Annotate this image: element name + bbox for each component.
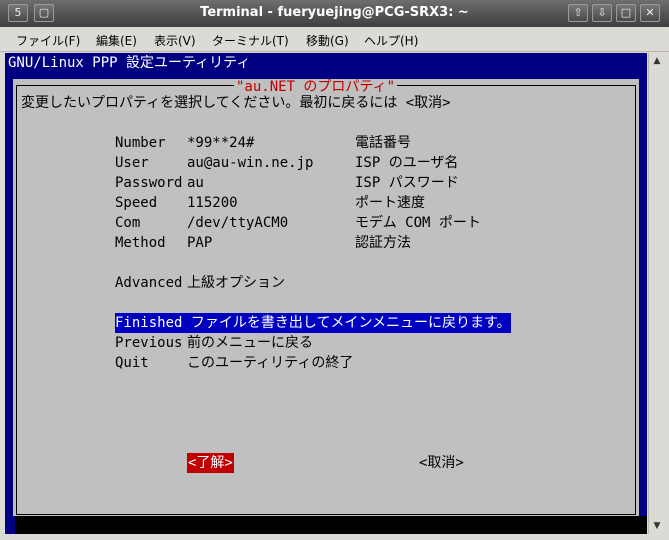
finished-key: Finished: [115, 315, 183, 331]
maximize-icon[interactable]: □: [616, 4, 636, 22]
previous-key[interactable]: Previous: [115, 333, 182, 353]
scroll-up-icon[interactable]: ▲: [651, 55, 663, 67]
terminal-cursor: [5, 516, 15, 534]
menu-item-finished[interactable]: Finished ファイルを書き出してメインメニューに戻ります。: [115, 313, 511, 333]
property-method-desc: 認証方法: [355, 235, 411, 251]
property-com-desc: モデム COM ポート: [355, 215, 481, 231]
scroll-down-icon[interactable]: ▼: [651, 520, 663, 532]
quit-key[interactable]: Quit: [115, 353, 149, 373]
dialog-frame: [16, 85, 636, 515]
shade-down-icon[interactable]: ⇩: [592, 4, 612, 22]
property-user-key[interactable]: User: [115, 153, 149, 173]
menu-view[interactable]: 表示(V): [154, 32, 196, 49]
menubar: ファイル(F) 編集(E) 表示(V) ターミナル(T) 移動(G) ヘルプ(H…: [0, 27, 669, 52]
properties-dialog: "au.NET のプロパティ" 変更したいプロパティを選択してください。最初に戻…: [13, 79, 639, 521]
property-speed-desc: ポート速度: [355, 195, 425, 211]
menu-edit[interactable]: 編集(E): [96, 32, 137, 49]
menu-go[interactable]: 移動(G): [306, 32, 349, 49]
terminal-screen[interactable]: GNU/Linux PPP 設定ユーティリティ "au.NET のプロパティ" …: [5, 53, 647, 534]
window-titlebar: 5 ▢ Terminal - fueryuejing@PCG-SRX3: ~ ⇧…: [0, 0, 669, 27]
property-password-value: au: [187, 175, 204, 191]
previous-desc: 前のメニューに戻る: [187, 335, 313, 351]
property-user-desc: ISP のユーザ名: [355, 155, 459, 171]
property-method-value: PAP: [187, 235, 213, 251]
property-number-desc: 電話番号: [355, 135, 411, 151]
property-com-value: /dev/ttyACM0: [187, 215, 289, 231]
property-number-key[interactable]: Number: [115, 133, 166, 153]
property-method-key[interactable]: Method: [115, 233, 166, 253]
advanced-desc: 上級オプション: [187, 275, 285, 291]
property-com-key[interactable]: Com: [115, 213, 140, 233]
utility-header: GNU/Linux PPP 設定ユーティリティ: [8, 55, 251, 71]
menu-file[interactable]: ファイル(F): [16, 32, 80, 49]
menu-help[interactable]: ヘルプ(H): [364, 32, 418, 49]
shade-up-icon[interactable]: ⇧: [568, 4, 588, 22]
cancel-button[interactable]: <取消>: [419, 453, 464, 473]
menu-terminal[interactable]: ターミナル(T): [212, 32, 289, 49]
terminal-status-line: [5, 516, 647, 534]
property-password-desc: ISP パスワード: [355, 175, 459, 191]
property-speed-key[interactable]: Speed: [115, 193, 157, 213]
dialog-instruction: 変更したいプロパティを選択してください。最初に戻るには <取消>: [21, 95, 451, 111]
property-speed-value: 115200: [187, 195, 238, 211]
advanced-key[interactable]: Advanced: [115, 273, 182, 293]
terminal-scrollbar[interactable]: ▲ ▼: [648, 53, 665, 534]
property-user-value: au@au-win.ne.jp: [187, 155, 314, 171]
property-number-value: *99**24#: [187, 135, 255, 151]
close-icon[interactable]: ✕: [640, 4, 660, 22]
property-password-key[interactable]: Password: [115, 173, 182, 193]
finished-desc: ファイルを書き出してメインメニューに戻ります。: [190, 315, 511, 331]
ok-button[interactable]: <了解>: [187, 453, 234, 473]
quit-desc: このユーティリティの終了: [187, 355, 354, 371]
